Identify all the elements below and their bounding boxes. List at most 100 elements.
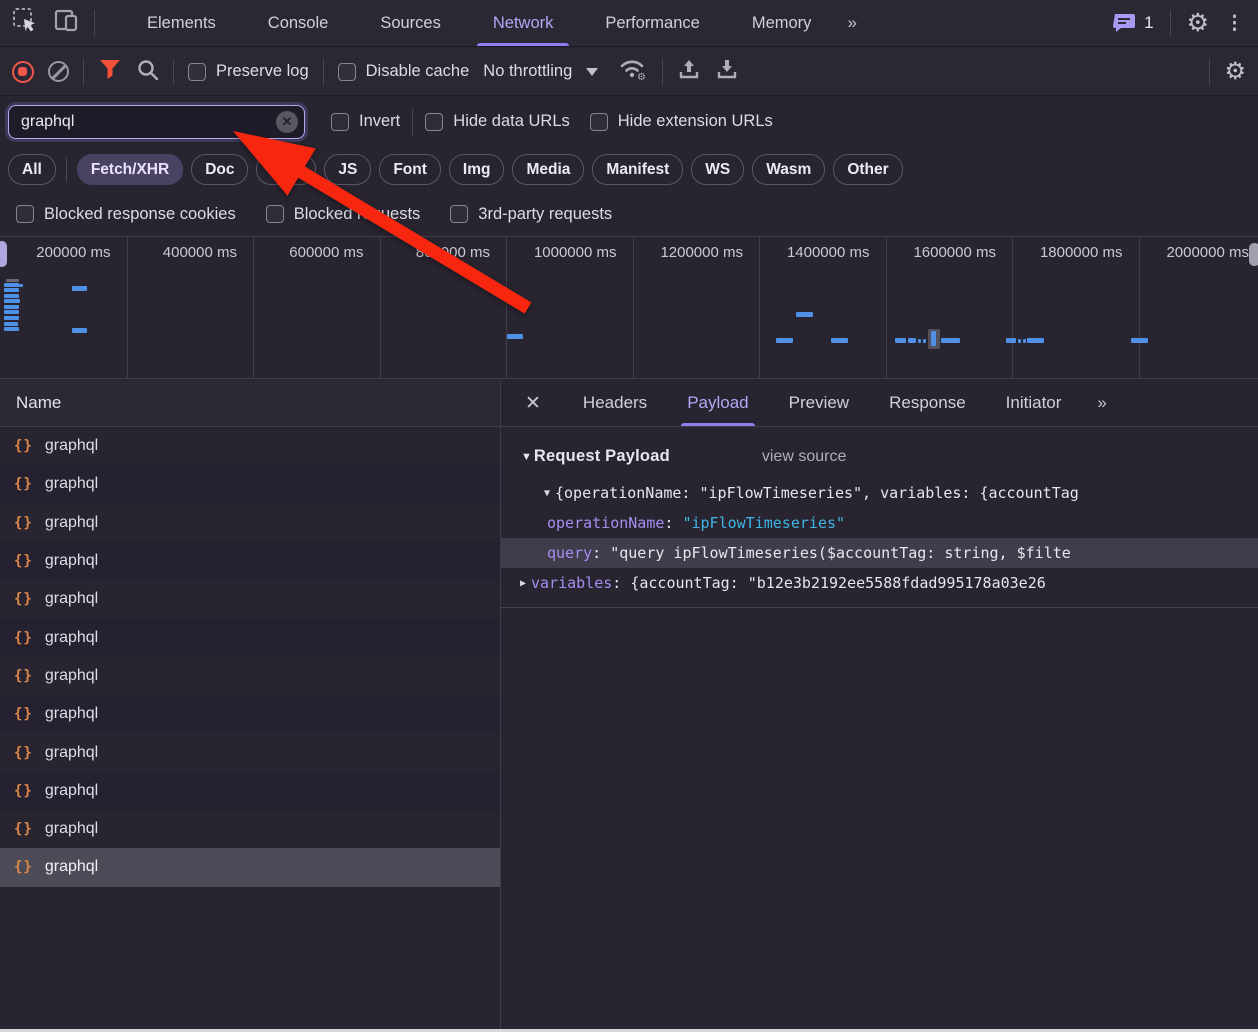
waterfall-bar	[507, 334, 523, 339]
filter-funnel-icon[interactable]	[98, 58, 122, 85]
filter-chip-media[interactable]: Media	[512, 154, 585, 185]
preserve-log-checkbox[interactable]	[188, 62, 206, 81]
payload-tree: operationName: "ipFlowTimeseries" query: …	[501, 508, 1258, 598]
waterfall-bar	[72, 328, 87, 333]
waterfall-bar	[4, 316, 19, 320]
divider	[83, 58, 84, 85]
disable-cache-checkbox[interactable]	[337, 62, 356, 81]
checkbox[interactable]	[450, 205, 469, 223]
record-network-log-button[interactable]	[12, 60, 34, 83]
checkbox[interactable]	[265, 205, 284, 223]
3rd-party-requests-toggle[interactable]: 3rd-party requests	[450, 205, 612, 224]
kebab-menu-icon[interactable]: ⋮	[1225, 12, 1244, 35]
waterfall-bar	[1023, 339, 1026, 343]
table-row[interactable]: {} graphql	[0, 848, 500, 887]
tab-performance[interactable]: Performance	[579, 0, 725, 46]
divider	[1209, 58, 1211, 85]
network-settings-gear-icon[interactable]: ⚙	[1224, 57, 1246, 86]
search-icon[interactable]	[136, 58, 159, 86]
checkbox[interactable]	[16, 205, 34, 223]
throttling-select[interactable]: No throttling	[483, 62, 599, 81]
tab-sources[interactable]: Sources	[354, 0, 467, 46]
table-row[interactable]: {} graphql	[0, 771, 500, 810]
detail-tab-response[interactable]: Response	[869, 380, 986, 426]
payload-tree-row[interactable]: ▶ variables: {accountTag: "b12e3b2192ee55…	[501, 568, 1258, 598]
tab-console[interactable]: Console	[242, 0, 355, 46]
payload-tree-row[interactable]: operationName: "ipFlowTimeseries"	[501, 508, 1258, 538]
table-row[interactable]: {} graphql	[0, 504, 500, 542]
tab-memory[interactable]: Memory	[726, 0, 838, 46]
hide-data-urls-toggle[interactable]: Hide data URLs	[425, 112, 570, 131]
filter-chip-img[interactable]: Img	[448, 154, 505, 185]
table-row[interactable]: {} graphql	[0, 810, 500, 848]
detail-tab-initiator[interactable]: Initiator	[986, 380, 1082, 426]
json-braces-icon: {}	[14, 591, 33, 608]
waterfall-bar	[72, 286, 87, 291]
json-braces-icon: {}	[14, 782, 33, 799]
filter-input[interactable]: graphql ✕	[8, 104, 305, 139]
hide-extension-urls-checkbox[interactable]	[589, 112, 608, 131]
filter-chip-other[interactable]: Other	[833, 154, 903, 185]
hide-extension-urls-toggle[interactable]: Hide extension URLs	[589, 112, 773, 131]
json-braces-icon: {}	[14, 667, 33, 684]
tab-network[interactable]: Network	[467, 0, 580, 46]
detail-tab-preview[interactable]: Preview	[769, 380, 869, 426]
request-name: graphql	[44, 437, 99, 455]
more-detail-tabs-icon[interactable]: »	[1087, 393, 1114, 413]
waterfall-bar	[1027, 338, 1044, 343]
network-overview-timeline[interactable]: 200000 ms 400000 ms 600000 ms 800000 ms 1000…	[0, 237, 1258, 379]
hide-extension-urls-label: Hide extension URLs	[617, 112, 773, 130]
table-row[interactable]: {} graphql	[0, 657, 500, 695]
tab-elements[interactable]: Elements	[121, 0, 242, 46]
table-row[interactable]: {} graphql	[0, 465, 500, 504]
json-key: operationName	[547, 514, 665, 532]
filter-chip-font[interactable]: Font	[379, 154, 441, 185]
expand-triangle-icon[interactable]: ▼	[539, 488, 555, 499]
issues-button[interactable]: 1	[1113, 12, 1154, 34]
settings-gear-icon[interactable]: ⚙	[1187, 8, 1209, 38]
export-har-icon[interactable]	[715, 57, 739, 86]
disable-cache-toggle[interactable]: Disable cache	[337, 62, 469, 81]
table-row[interactable]: {} graphql	[0, 580, 500, 618]
table-row[interactable]: {} graphql	[0, 695, 500, 734]
invert-checkbox[interactable]	[331, 112, 349, 131]
overview-scrollbar-thumb[interactable]	[1249, 243, 1258, 266]
filter-chip-css[interactable]: CSS	[256, 154, 317, 185]
blocked-requests-toggle[interactable]: Blocked requests	[265, 204, 421, 224]
name-column-header[interactable]: Name	[0, 380, 500, 427]
table-row[interactable]: {} graphql	[0, 427, 500, 465]
filter-chip-fetch-xhr[interactable]: Fetch/XHR	[76, 154, 184, 185]
clear-filter-icon[interactable]: ✕	[276, 110, 298, 133]
filter-chip-wasm[interactable]: Wasm	[752, 154, 826, 185]
invert-toggle[interactable]: Invert	[331, 112, 400, 131]
checkbox-label: Blocked requests	[293, 204, 421, 223]
import-har-icon[interactable]	[677, 57, 701, 86]
filter-chip-js[interactable]: JS	[324, 154, 372, 185]
filter-chip-all[interactable]: All	[8, 154, 56, 185]
close-detail-icon[interactable]: ✕	[501, 392, 563, 415]
checkbox-label: Blocked response cookies	[44, 204, 236, 223]
filter-chip-manifest[interactable]: Manifest	[592, 154, 684, 185]
table-row[interactable]: {} graphql	[0, 618, 500, 657]
preserve-log-toggle[interactable]: Preserve log	[188, 62, 309, 81]
filter-chip-doc[interactable]: Doc	[191, 154, 249, 185]
view-source-link[interactable]: view source	[762, 448, 846, 466]
table-row[interactable]: {} graphql	[0, 541, 500, 581]
detail-tab-payload[interactable]: Payload	[667, 380, 768, 426]
collapse-triangle-icon[interactable]: ▼	[521, 451, 532, 463]
clear-network-log-icon[interactable]	[48, 61, 69, 82]
network-conditions-icon[interactable]: ⚙	[618, 57, 648, 86]
blocked-response-cookies-toggle[interactable]: Blocked response cookies	[16, 205, 236, 224]
hide-data-urls-checkbox[interactable]	[425, 112, 444, 131]
detail-tab-headers[interactable]: Headers	[563, 380, 667, 426]
expand-triangle-icon[interactable]: ▶	[515, 578, 531, 589]
filter-chip-ws[interactable]: WS	[691, 154, 745, 185]
more-tabs-icon[interactable]: »	[837, 13, 864, 33]
device-toolbar-icon[interactable]	[53, 7, 80, 39]
waterfall-selected-marker	[928, 329, 940, 349]
table-row[interactable]: {} graphql	[0, 733, 500, 771]
timeline-tick-label: 1000000 ms	[533, 244, 617, 261]
inspect-element-icon[interactable]	[12, 7, 39, 39]
payload-tree-row[interactable]: query: "query ipFlowTimeseries($accountT…	[501, 538, 1258, 568]
payload-summary-row[interactable]: ▼ {operationName: "ipFlowTimeseries", va…	[501, 478, 1258, 508]
